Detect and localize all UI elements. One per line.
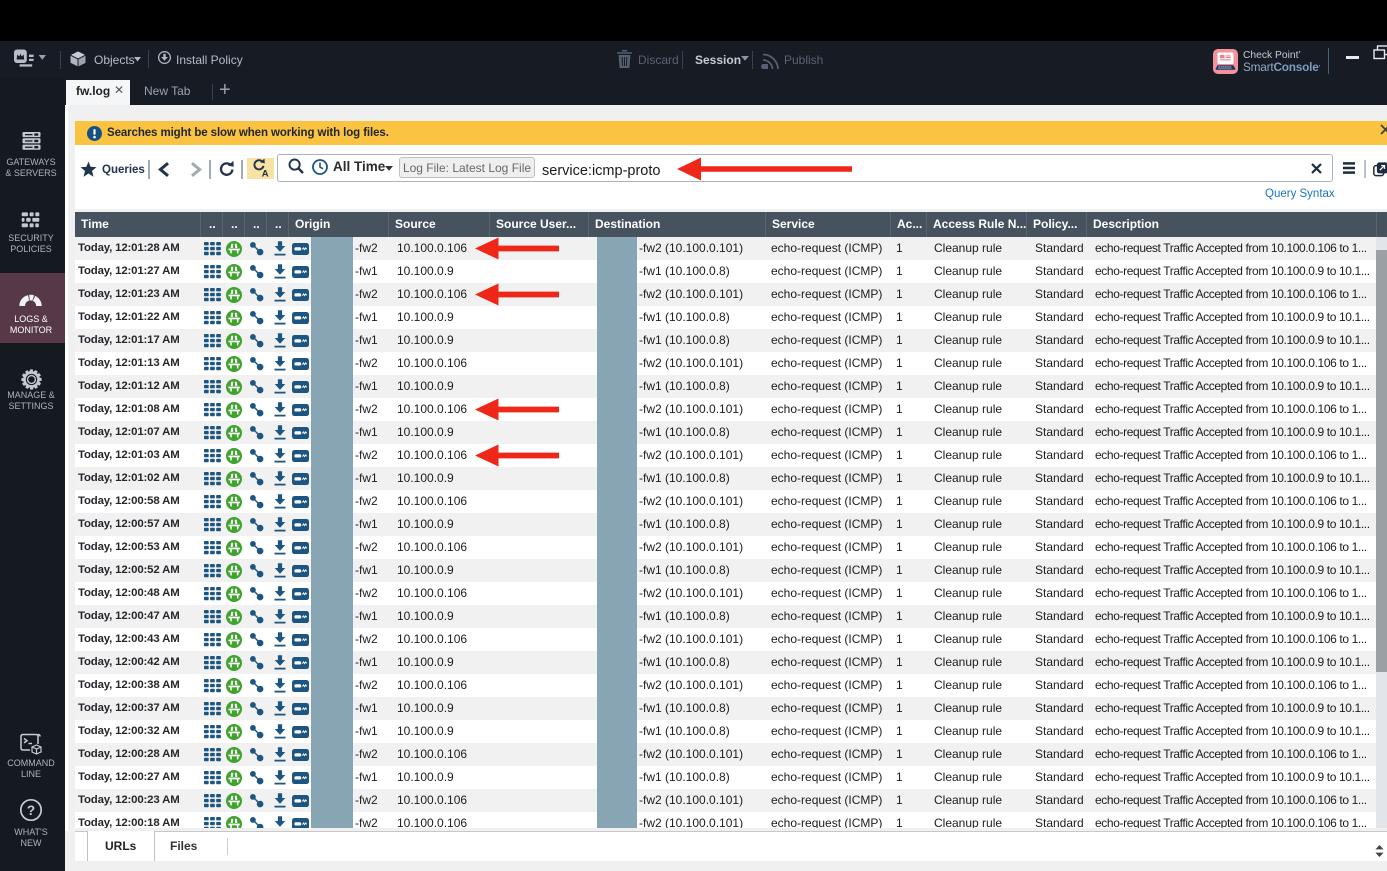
svg-text:?: ? bbox=[27, 803, 35, 818]
svg-text:A: A bbox=[262, 168, 269, 178]
